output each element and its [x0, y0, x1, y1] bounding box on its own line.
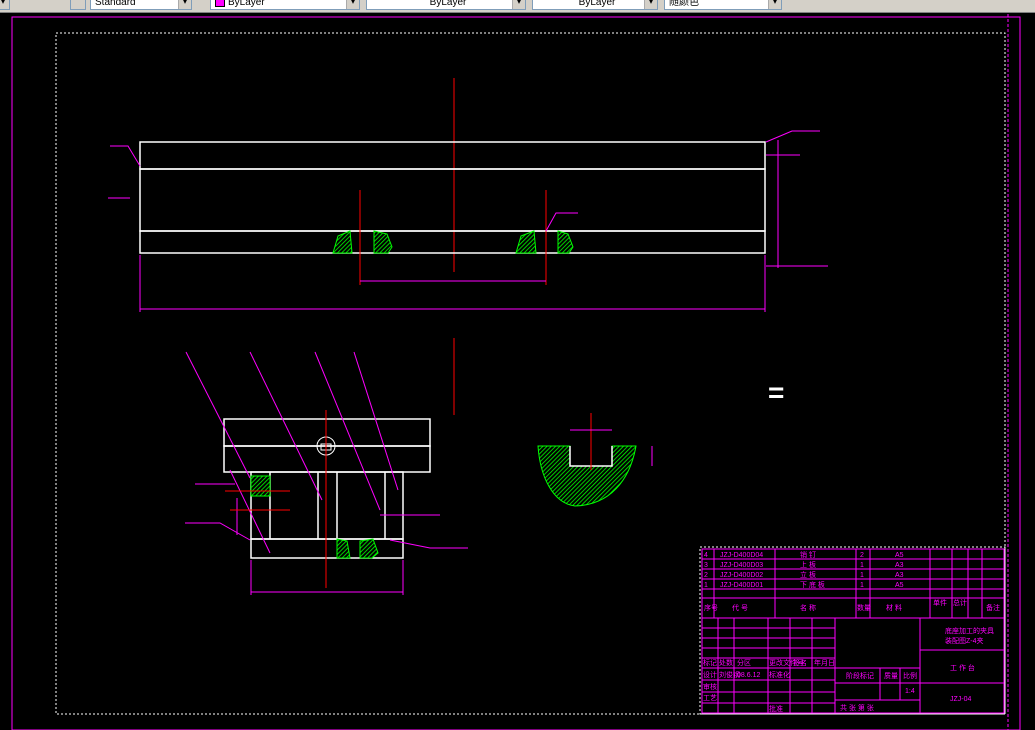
rev-zone: 分区: [737, 658, 751, 667]
bom-name-1: 下 底 板: [800, 580, 825, 589]
approve-label: 批准: [769, 704, 783, 713]
linetype-select[interactable]: ByLayer ▾: [366, 0, 526, 10]
bom-no-4: 4: [704, 552, 708, 559]
title-block-text: 4 JZJ-D400D04 销 钉 2 A5 3 JZJ-D400D03 上 板…: [703, 550, 1000, 713]
bom-header-remark: 备注: [986, 603, 1000, 612]
bom-mat-1: A5: [895, 582, 904, 589]
rev-sign: 签名: [793, 658, 807, 667]
chevron-down-icon: ▾: [644, 0, 657, 9]
rev-mark: 标记: [703, 658, 717, 667]
bom-name-2: 立 板: [800, 570, 816, 579]
color-select[interactable]: ByLayer ▾: [210, 0, 360, 10]
bom-header-material: 材 料: [886, 603, 902, 612]
detail-section: [537, 413, 653, 507]
scale-label: 比例: [903, 671, 917, 680]
bom-no-1: 1: [704, 582, 708, 589]
leader-hatch: [545, 212, 578, 232]
design-date: 08.6.12: [737, 672, 760, 679]
check-label: 审核: [703, 682, 717, 691]
sheets-label: 共 张 第 张: [840, 703, 874, 712]
middle-plate-outline: [139, 168, 766, 232]
text-style-value: Standard: [95, 0, 136, 8]
bom-code-1: JZJ-D400D01: [720, 582, 763, 589]
upright-front: [250, 471, 404, 540]
drawing-number: JZJ-04: [950, 696, 972, 703]
bom-code-3: JZJ-D400D03: [720, 562, 763, 569]
design-label: 设计: [703, 670, 717, 679]
stage-mark-label: 阶段标记: [846, 671, 874, 680]
color-value: ByLayer: [228, 0, 265, 8]
chevron-down-icon: ▾: [0, 0, 9, 9]
chevron-down-icon: ▾: [346, 0, 359, 9]
balloon-leader-1: [185, 351, 251, 479]
bom-header-qty: 数量: [857, 603, 871, 612]
title-line1: 底座加工的夹具: [945, 626, 994, 635]
base-front: [250, 538, 404, 559]
chevron-down-icon: ▾: [512, 0, 525, 9]
leader-top-right: [765, 130, 820, 143]
bom-name-3: 上 板: [800, 560, 816, 569]
bom-qty-2: 1: [860, 572, 864, 579]
scale-value: 1:4: [905, 688, 915, 695]
bom-header-total: 总计: [953, 598, 967, 607]
rev-date: 年月日: [814, 658, 835, 667]
title-line2: 装配图Z-4夹: [945, 636, 984, 645]
linetype-value: ByLayer: [429, 0, 467, 8]
front-view: [185, 351, 468, 595]
bom-no-2: 2: [704, 572, 708, 579]
hatch-front-1: [250, 475, 271, 497]
unit-name: 工 作 台: [950, 663, 975, 672]
rev-count: 处数: [719, 658, 733, 667]
balloon-leader-4: [353, 351, 399, 491]
process-label: 工艺: [703, 694, 717, 702]
bom-header-no: 序号: [704, 603, 718, 612]
lineweight-value: ByLayer: [578, 0, 616, 8]
bom-mat-3: A3: [895, 562, 904, 569]
text-style-icon[interactable]: [70, 0, 86, 10]
bom-code-2: JZJ-D400D02: [720, 572, 763, 579]
leader-left-1: [110, 145, 141, 167]
top-view: [108, 78, 828, 415]
bom-name-4: 销 钉: [800, 550, 816, 559]
hatch-front-3: [359, 538, 379, 559]
toolbar-left-stub[interactable]: ▾: [0, 0, 10, 10]
plotstyle-select[interactable]: 随颜色 ▾: [664, 0, 782, 10]
base-plate-outline: [139, 230, 766, 254]
text-style-select[interactable]: Standard ▾: [90, 0, 192, 10]
hatch-section-3: [515, 230, 537, 254]
plotstyle-value: 随颜色: [669, 0, 699, 8]
hatch-section-2: [373, 230, 393, 254]
bom-code-4: JZJ-D400D04: [720, 552, 763, 559]
chevron-down-icon: ▾: [178, 0, 191, 9]
leader-e: [389, 539, 468, 549]
hatch-section-4: [557, 230, 574, 254]
top-plate-front: [223, 418, 431, 447]
chevron-down-icon: ▾: [768, 0, 781, 9]
bom-qty-4: 2: [860, 552, 864, 559]
leader-c: [185, 522, 251, 541]
section-mark: =: [768, 377, 784, 408]
bom-header-name: 名 称: [800, 603, 816, 612]
drawing-canvas[interactable]: = 4 JZJ-D400D04 销 钉 2 A5 3 JZJ-D400D03 上…: [0, 12, 1035, 730]
hatch-section-1: [332, 230, 353, 254]
detail-hatch: [537, 445, 637, 507]
bom-no-3: 3: [704, 562, 708, 569]
bom-mat-2: A3: [895, 572, 904, 579]
bom-header-unit: 单件: [933, 598, 947, 607]
balloon-leader-3: [314, 351, 381, 511]
standard-label: 标准化: [769, 670, 790, 679]
mass-label: 质量: [884, 671, 898, 680]
bom-qty-3: 1: [860, 562, 864, 569]
bom-qty-1: 1: [860, 582, 864, 589]
upper-plate-outline: [139, 141, 766, 170]
color-swatch-icon: [215, 0, 225, 8]
hatch-front-2: [336, 538, 351, 559]
sheet-border: [11, 16, 1021, 730]
bom-mat-4: A5: [895, 552, 904, 559]
bom-header-code: 代 号: [732, 603, 748, 612]
lineweight-select[interactable]: ByLayer ▾: [532, 0, 658, 10]
